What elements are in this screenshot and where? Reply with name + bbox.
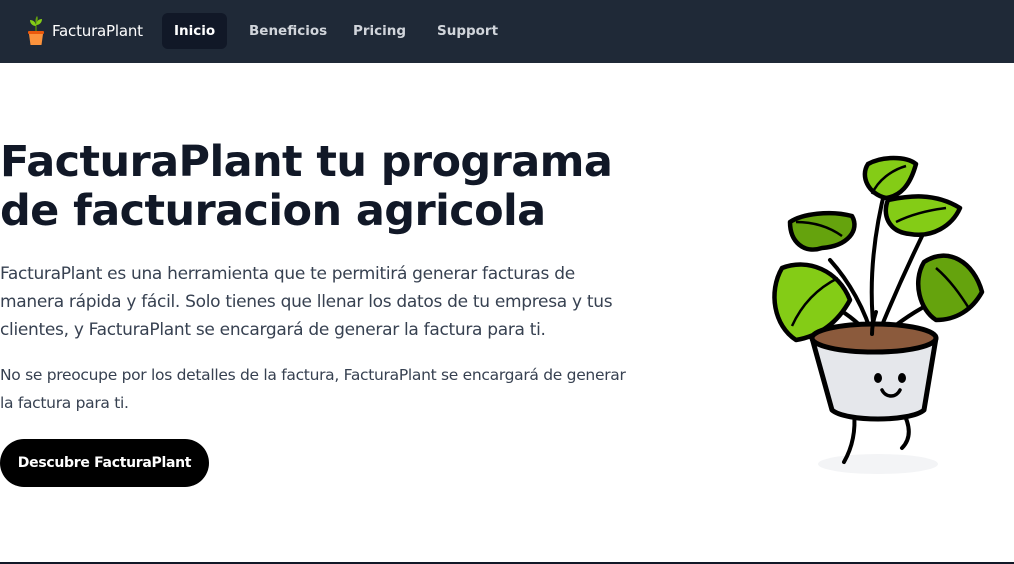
smiling-potted-plant-illustration [772,155,985,474]
potted-plant-icon [28,16,44,45]
hero-note: No se preocupe por los detalles de la fa… [0,366,626,412]
nav-item-beneficios[interactable]: Beneficios [237,13,339,49]
hero-title: FacturaPlant tu programa de facturacion … [0,137,613,236]
brand-link[interactable]: FacturaPlant [24,14,143,48]
discover-button[interactable]: Descubre FacturaPlant [0,439,209,487]
brand-name: FacturaPlant [52,22,143,40]
nav-item-inicio[interactable]: Inicio [162,13,228,49]
top-navbar: FacturaPlant Inicio Beneficios Pricing S… [0,0,1014,63]
hero-description: FacturaPlant es una herramienta que te p… [0,264,613,340]
nav-item-pricing[interactable]: Pricing [341,13,418,49]
nav-item-support[interactable]: Support [425,13,510,49]
